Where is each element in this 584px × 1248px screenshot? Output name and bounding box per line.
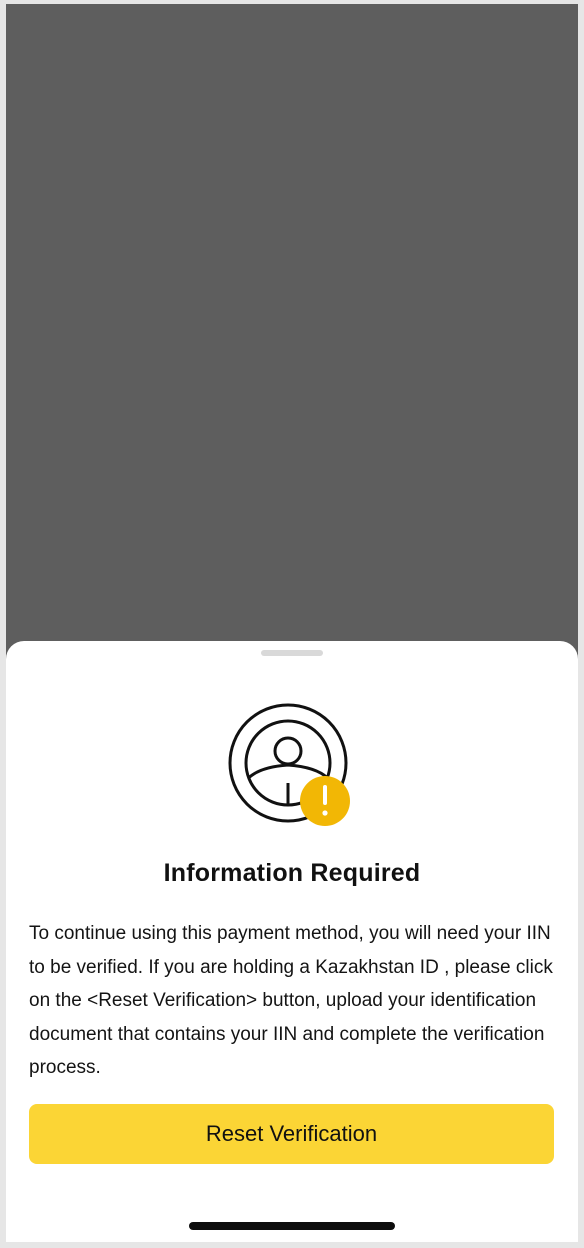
home-indicator — [189, 1222, 395, 1230]
reset-verification-button[interactable]: Reset Verification — [29, 1104, 554, 1164]
sheet-title: Information Required — [163, 859, 421, 887]
drag-handle[interactable] — [261, 650, 323, 656]
user-verification-svg — [228, 703, 350, 826]
user-verification-warning-icon: ! — [228, 703, 358, 833]
sheet-message: To continue using this payment method, y… — [29, 923, 553, 1078]
modal-overlay[interactable] — [6, 4, 578, 641]
bottom-sheet: ! Information Required To continue using… — [6, 641, 578, 1242]
device-screen: ! Information Required To continue using… — [6, 4, 578, 1242]
